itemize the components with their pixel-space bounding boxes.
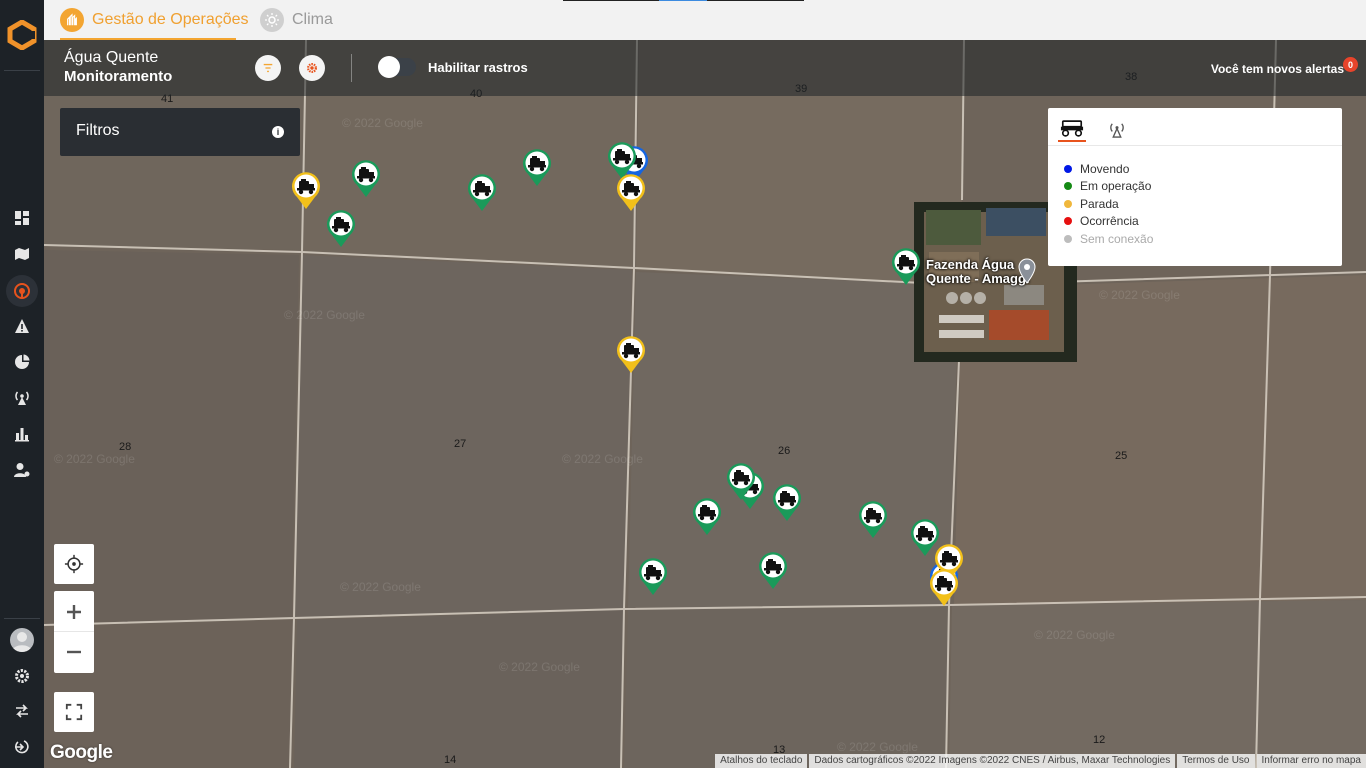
- alerts-count-badge[interactable]: 0: [1343, 57, 1358, 72]
- bar-chart-icon[interactable]: [12, 424, 32, 444]
- sidebar-divider: [4, 70, 40, 71]
- map-icon[interactable]: [12, 244, 32, 264]
- view-name: Monitoramento: [64, 68, 173, 85]
- tab-label: Clima: [292, 11, 333, 28]
- switch-arrows-icon[interactable]: [12, 701, 32, 721]
- field-number: 14: [444, 754, 457, 766]
- zoom-controls: [54, 591, 94, 673]
- google-logo: Google: [50, 742, 113, 763]
- monitoring-icon[interactable]: [6, 275, 38, 307]
- app-logo[interactable]: [7, 19, 37, 51]
- legend-tabs: [1048, 108, 1342, 146]
- filters-label: Filtros: [76, 122, 120, 139]
- place-label[interactable]: Fazenda Água Quente - Amaggi: [926, 258, 1030, 286]
- pie-chart-icon[interactable]: [12, 352, 32, 372]
- legend-item: Movendo: [1064, 160, 1153, 178]
- dashboard-icon[interactable]: [12, 208, 32, 228]
- trails-toggle[interactable]: [378, 56, 416, 78]
- crosshair-icon: [64, 554, 84, 574]
- field-number: 26: [778, 445, 791, 457]
- minus-icon: [67, 650, 81, 654]
- map-header: [44, 40, 1366, 96]
- filters-panel[interactable]: Filtros i: [60, 108, 300, 156]
- map-watermark: © 2022 Google: [499, 660, 580, 674]
- map-watermark: © 2022 Google: [284, 308, 365, 322]
- zoom-in-button[interactable]: [54, 592, 94, 632]
- plus-icon: [67, 604, 81, 619]
- keyboard-shortcuts-link[interactable]: Atalhos do teclado: [715, 754, 808, 768]
- legend-items: Movendo Em operação Parada Ocorrência Se…: [1064, 160, 1153, 248]
- vehicle-marker[interactable]: [615, 172, 647, 212]
- satellite-map[interactable]: 41 40 39 38 28 27 26 25 14 13 12 © 2022 …: [44, 40, 1366, 768]
- loading-bar: [563, 0, 804, 1]
- field-number: 25: [1115, 450, 1128, 462]
- map-watermark: © 2022 Google: [562, 452, 643, 466]
- info-icon[interactable]: i: [272, 126, 284, 138]
- place-pin-icon[interactable]: [1018, 258, 1036, 284]
- map-attribution: Atalhos do teclado Dados cartográficos ©…: [713, 754, 1366, 768]
- vehicle-marker[interactable]: [890, 246, 922, 286]
- alerts-text[interactable]: Você tem novos alertas: [1211, 62, 1344, 76]
- sun-icon: [260, 8, 284, 32]
- fullscreen-button[interactable]: [54, 692, 94, 732]
- locate-button[interactable]: [54, 544, 94, 584]
- avatar[interactable]: [10, 628, 34, 652]
- sidebar-divider: [4, 618, 40, 619]
- sidebar: [0, 0, 44, 768]
- legend-item: Sem conexão: [1064, 230, 1153, 248]
- operations-icon: [60, 8, 84, 32]
- settings-button[interactable]: [299, 55, 325, 81]
- tab-label: Gestão de Operações: [92, 11, 249, 28]
- legend-item: Em operação: [1064, 178, 1153, 196]
- vehicle-marker[interactable]: [325, 208, 357, 248]
- vehicle-marker[interactable]: [771, 482, 803, 522]
- vehicle-marker[interactable]: [691, 496, 723, 536]
- antenna-icon: [1110, 122, 1124, 138]
- tab-weather[interactable]: Clima: [260, 0, 333, 40]
- filter-button[interactable]: [255, 55, 281, 81]
- harvester-icon: [1060, 119, 1084, 137]
- vehicle-marker[interactable]: [637, 556, 669, 596]
- zoom-out-button[interactable]: [54, 632, 94, 672]
- legend-tab-machines[interactable]: [1058, 116, 1086, 142]
- vehicle-marker[interactable]: [757, 550, 789, 590]
- vehicle-marker[interactable]: [350, 158, 382, 198]
- gear-icon: [307, 63, 317, 73]
- field-number: 12: [1093, 734, 1106, 746]
- logout-icon[interactable]: [12, 737, 32, 757]
- trails-toggle-label: Habilitar rastros: [428, 60, 528, 75]
- tab-operations[interactable]: Gestão de Operações: [60, 0, 249, 40]
- top-tab-bar: Gestão de Operações Clima: [44, 0, 1366, 40]
- map-watermark: © 2022 Google: [837, 740, 918, 754]
- vehicle-marker[interactable]: [290, 170, 322, 210]
- filter-icon: [263, 63, 273, 73]
- legend-item: Ocorrência: [1064, 213, 1153, 231]
- header-divider: [351, 54, 352, 82]
- map-watermark: © 2022 Google: [1034, 628, 1115, 642]
- vehicle-marker[interactable]: [466, 172, 498, 212]
- site-name: Água Quente: [64, 49, 159, 66]
- field-number: 27: [454, 438, 467, 450]
- fullscreen-icon: [65, 703, 83, 721]
- vehicle-marker[interactable]: [725, 461, 757, 501]
- page-title: Água Quente Monitoramento: [64, 48, 172, 86]
- vehicle-marker[interactable]: [521, 147, 553, 187]
- user-settings-icon[interactable]: [12, 460, 32, 480]
- vehicle-marker[interactable]: [928, 567, 960, 607]
- map-watermark: © 2022 Google: [342, 116, 423, 130]
- legend-item: Parada: [1064, 195, 1153, 213]
- antenna-icon[interactable]: [12, 388, 32, 408]
- legend-tab-antennas[interactable]: [1103, 116, 1131, 142]
- map-watermark: © 2022 Google: [340, 580, 421, 594]
- vehicle-marker[interactable]: [615, 334, 647, 374]
- map-watermark: © 2022 Google: [54, 452, 135, 466]
- alert-icon[interactable]: [12, 316, 32, 336]
- vehicle-marker[interactable]: [857, 499, 889, 539]
- map-data-attribution: Dados cartográficos ©2022 Imagens ©2022 …: [809, 754, 1176, 768]
- map-watermark: © 2022 Google: [1099, 288, 1180, 302]
- status-legend: Movendo Em operação Parada Ocorrência Se…: [1048, 108, 1342, 266]
- terms-link[interactable]: Termos de Uso: [1177, 754, 1255, 768]
- gear-icon[interactable]: [12, 666, 32, 686]
- report-error-link[interactable]: Informar erro no mapa: [1256, 754, 1366, 768]
